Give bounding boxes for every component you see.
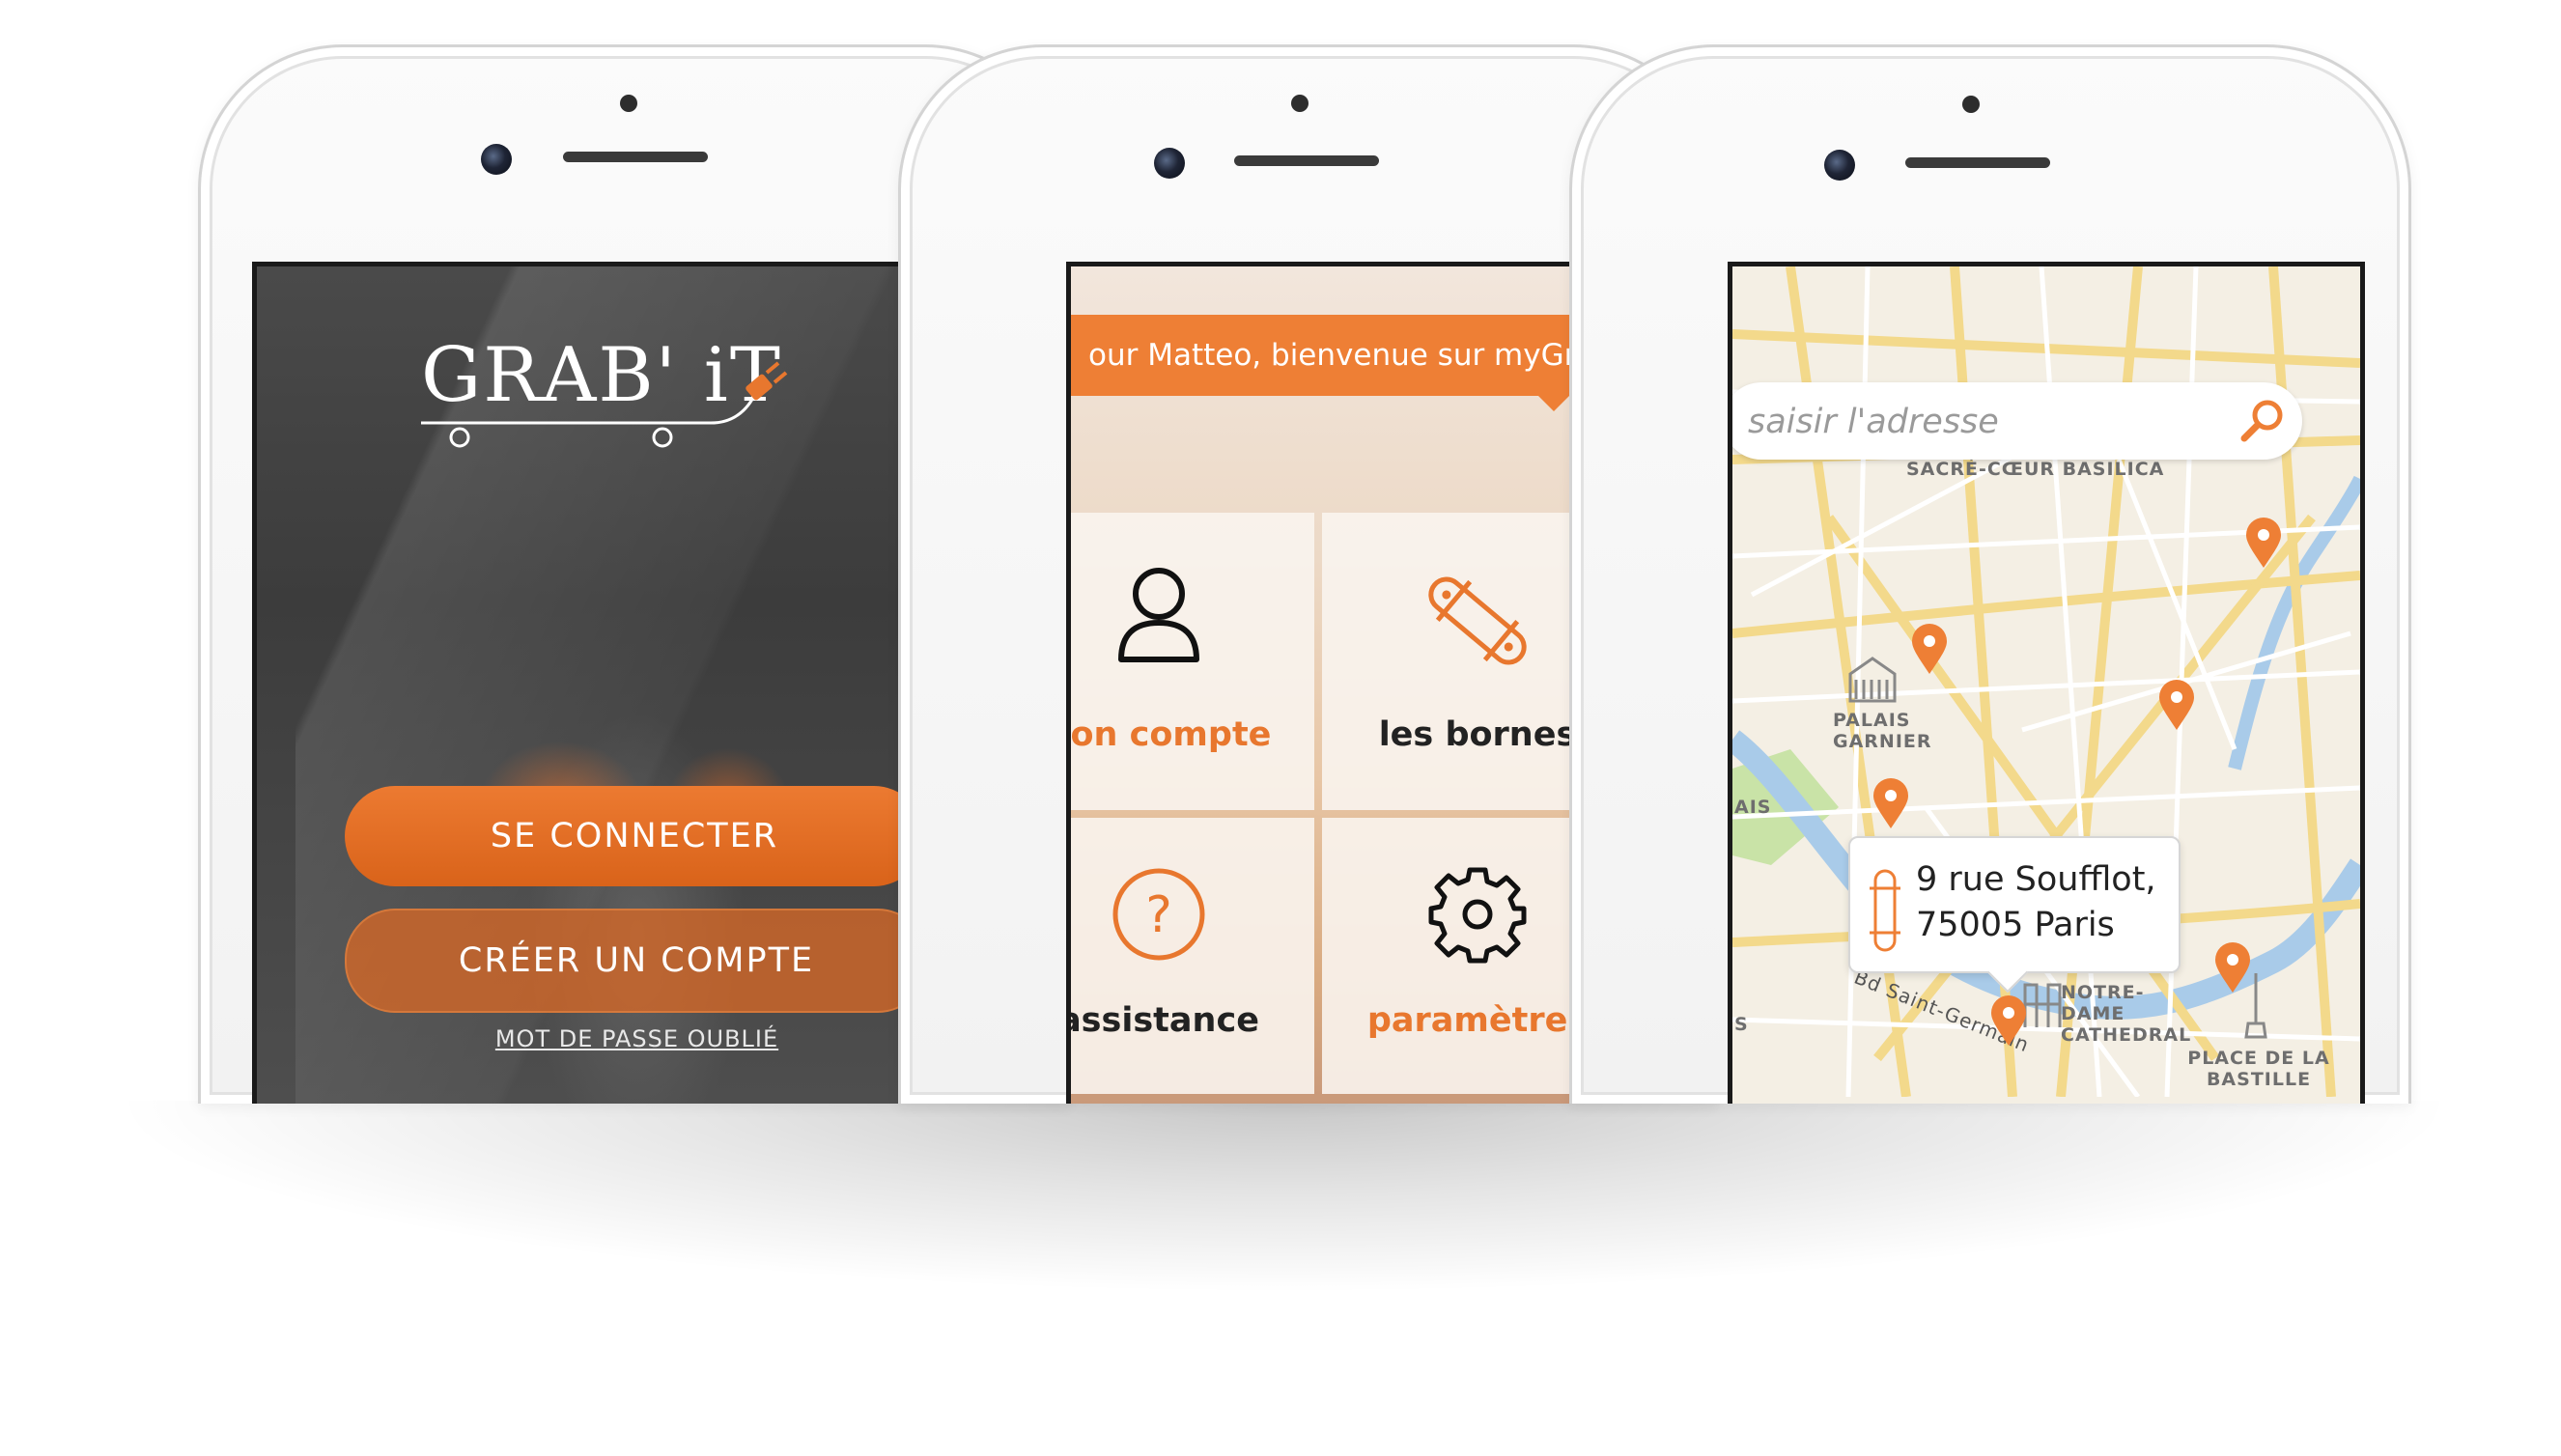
creer-compte-button[interactable]: CRÉER UN COMPTE <box>345 909 928 1013</box>
help-icon: ? <box>1112 868 1205 961</box>
gear-icon <box>1428 867 1527 964</box>
logo-skateboard-plug-icon <box>421 361 788 448</box>
earpiece-speaker <box>1905 157 2050 168</box>
proximity-sensor <box>1291 95 1309 112</box>
earpiece-speaker <box>563 152 708 162</box>
ground-shadow <box>106 1101 2462 1294</box>
address-search-input[interactable] <box>1746 396 2204 448</box>
greeting-bubble-tail <box>1534 392 1573 411</box>
map-label-sacre-coeur: SACRÉ-CŒUR BASILICA <box>1906 459 2165 480</box>
selected-station-pin-icon[interactable] <box>1989 995 2028 1048</box>
station-pin-icon[interactable] <box>2213 942 2252 994</box>
tile-label: non compte <box>1066 715 1272 754</box>
front-camera <box>481 144 512 175</box>
map-edge-label: S <box>1734 1014 1749 1035</box>
front-camera <box>1824 150 1855 181</box>
station-pin-icon[interactable] <box>2244 518 2283 570</box>
front-camera <box>1154 148 1185 179</box>
proximity-sensor <box>1962 96 1980 113</box>
skateboard-icon <box>1428 576 1527 665</box>
earpiece-speaker <box>1234 155 1379 166</box>
grabit-logo: GRAB' iT <box>421 338 865 463</box>
station-callout[interactable]: 9 rue Soufflot, 75005 Paris <box>1848 836 2181 994</box>
station-pin-icon[interactable] <box>2157 680 2196 732</box>
greeting-bubble: our Matteo, bienvenue sur myGrab'it. <box>1071 315 1651 396</box>
svg-text:?: ? <box>1145 886 1172 944</box>
tile-mon-compte[interactable]: non compte <box>1066 513 1314 810</box>
map-label-notre-dame: NOTRE-DAME CATHEDRAL <box>2061 982 2192 1046</box>
map-label-bastille: PLACE DE LA BASTILLE <box>2187 1048 2330 1090</box>
notre-dame-monument-icon <box>2023 983 2062 1027</box>
search-icon[interactable] <box>2238 396 2289 446</box>
callout-address-line2: 75005 Paris <box>1916 906 2115 945</box>
tile-label: assistance <box>1066 1001 1259 1040</box>
skateboard-icon <box>1870 869 1900 952</box>
proximity-sensor <box>620 95 637 112</box>
callout-address-line1: 9 rue Soufflot, <box>1916 860 2156 899</box>
palais-garnier-monument-icon <box>1848 657 1897 703</box>
map-screen: SACRÉ-CŒUR BASILICA PALAIS GARNIER NOTRE… <box>1728 262 2365 1104</box>
se-connecter-button[interactable]: SE CONNECTER <box>345 786 924 886</box>
callout-address: 9 rue Soufflot, 75005 Paris <box>1916 857 2156 949</box>
map-edge-label: AIS <box>1734 797 1772 818</box>
phone-map: SACRÉ-CŒUR BASILICA PALAIS GARNIER NOTRE… <box>1569 44 2411 1104</box>
tile-assistance[interactable]: ? assistance <box>1066 818 1314 1094</box>
station-pin-icon[interactable] <box>1872 778 1910 830</box>
address-search-bar <box>1732 382 2302 460</box>
station-pin-icon[interactable] <box>1910 624 1949 676</box>
map-label-palais-garnier: PALAIS GARNIER <box>1833 710 1932 752</box>
user-icon <box>1118 568 1199 662</box>
